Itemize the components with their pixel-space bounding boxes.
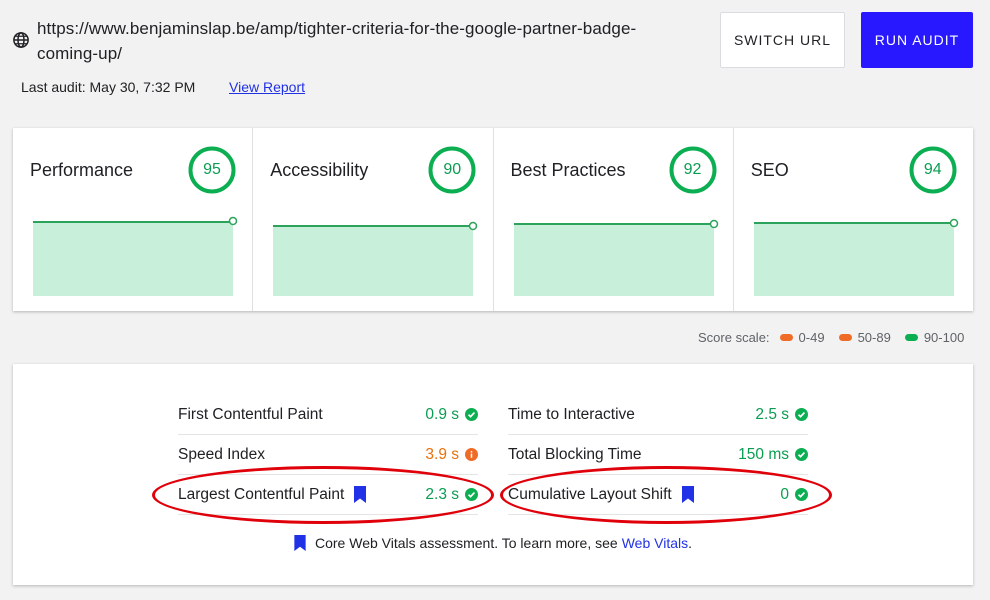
pass-check-icon bbox=[465, 488, 478, 501]
category-scores: Performance 95 Accessibility 90 Best Pra… bbox=[13, 128, 973, 311]
view-report-link[interactable]: View Report bbox=[229, 79, 305, 95]
metric-name: Time to Interactive bbox=[508, 405, 635, 423]
category-title: Accessibility bbox=[270, 160, 369, 180]
cwv-note-text: Core Web Vitals assessment. To learn mor… bbox=[315, 535, 618, 551]
score-scale-label: Score scale: bbox=[698, 330, 770, 345]
category-score: 94 bbox=[923, 161, 942, 178]
metric-name: Speed Index bbox=[178, 445, 266, 463]
run-audit-button[interactable]: RUN AUDIT bbox=[861, 12, 973, 68]
category-card-accessibility[interactable]: Accessibility 90 bbox=[253, 128, 494, 311]
score-scale-range: 50-89 bbox=[857, 330, 891, 345]
metric-value: 150 ms bbox=[738, 445, 789, 463]
metric-name: Largest Contentful Paint bbox=[178, 485, 345, 503]
switch-url-button[interactable]: SWITCH URL bbox=[720, 12, 845, 68]
metric-name-wrap: Cumulative Layout Shift bbox=[508, 486, 780, 504]
audited-url: https://www.benjaminslap.be/amp/tighter-… bbox=[37, 19, 637, 63]
metric-row-lcp[interactable]: Largest Contentful Paint 2.3 s bbox=[178, 475, 478, 515]
metrics-panel: First Contentful Paint 0.9 s Time to Int… bbox=[13, 364, 973, 585]
category-title: SEO bbox=[750, 160, 789, 180]
category-card-best-practices[interactable]: Best Practices 92 bbox=[494, 128, 734, 311]
metric-value: 2.3 s bbox=[425, 485, 459, 503]
metric-row-tti[interactable]: Time to Interactive 2.5 s bbox=[508, 395, 808, 435]
score-history-chart bbox=[513, 219, 718, 296]
pass-check-icon bbox=[795, 408, 808, 421]
metric-value: 2.5 s bbox=[755, 405, 789, 423]
metric-row-tbt[interactable]: Total Blocking Time 150 ms bbox=[508, 435, 808, 475]
score-scale-legend: Score scale: 0-49 50-89 90-100 bbox=[698, 330, 964, 345]
score-history-chart bbox=[33, 216, 238, 296]
score-scale-swatch bbox=[779, 334, 793, 341]
cwv-note-suffix: . bbox=[688, 535, 692, 551]
metric-value: 0.9 s bbox=[425, 405, 459, 423]
metric-row-speed-index[interactable]: Speed Index 3.9 s bbox=[178, 435, 478, 475]
category-score: 92 bbox=[683, 161, 702, 178]
pass-check-icon bbox=[795, 448, 808, 461]
metric-name: Cumulative Layout Shift bbox=[508, 485, 672, 503]
score-history-chart bbox=[273, 221, 478, 296]
category-card-performance[interactable]: Performance 95 bbox=[13, 128, 254, 311]
metric-value: 3.9 s bbox=[425, 445, 459, 463]
category-card-seo[interactable]: SEO 94 bbox=[734, 128, 973, 311]
globe-icon bbox=[13, 32, 29, 48]
category-title: Best Practices bbox=[510, 160, 626, 180]
category-title: Performance bbox=[30, 160, 134, 180]
category-score: 90 bbox=[443, 161, 462, 178]
metric-name: First Contentful Paint bbox=[178, 405, 323, 423]
core-web-vitals-note: Core Web Vitals assessment. To learn mor… bbox=[13, 535, 973, 551]
last-audit-timestamp: Last audit: May 30, 7:32 PM bbox=[21, 79, 196, 95]
pass-check-icon bbox=[465, 408, 478, 421]
metric-row-fcp[interactable]: First Contentful Paint 0.9 s bbox=[178, 395, 478, 435]
metric-value: 0 bbox=[780, 485, 789, 503]
score-scale-swatch bbox=[904, 334, 918, 341]
bookmark-icon bbox=[354, 486, 367, 503]
category-score: 95 bbox=[203, 161, 221, 178]
score-history-chart bbox=[753, 218, 958, 296]
metric-row-cls[interactable]: Cumulative Layout Shift 0 bbox=[508, 475, 808, 515]
score-scale-range: 90-100 bbox=[923, 330, 965, 345]
web-vitals-link[interactable]: Web Vitals bbox=[622, 535, 688, 551]
info-icon bbox=[465, 448, 478, 461]
bookmark-icon bbox=[294, 535, 306, 551]
metric-name: Total Blocking Time bbox=[508, 445, 642, 463]
metric-name-wrap: Largest Contentful Paint bbox=[178, 486, 425, 504]
score-scale-range: 0-49 bbox=[798, 330, 825, 345]
pass-check-icon bbox=[795, 488, 808, 501]
score-scale-swatch bbox=[838, 334, 852, 341]
bookmark-icon bbox=[681, 486, 694, 503]
